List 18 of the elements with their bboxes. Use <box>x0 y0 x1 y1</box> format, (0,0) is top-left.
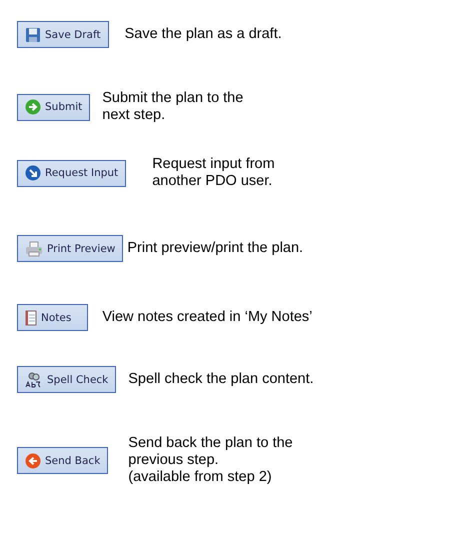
button-description: Print preview/print the plan. <box>127 240 304 257</box>
spell-check-icon <box>25 372 43 388</box>
notepad-icon <box>25 310 37 326</box>
action-button[interactable]: Spell Check <box>17 366 116 393</box>
action-button[interactable]: Submit <box>17 94 90 120</box>
button-description: View notes created in ‘My Notes’ <box>102 309 312 326</box>
button-description: Request input from another PDO user. <box>152 156 275 190</box>
action-button[interactable]: Request Input <box>17 160 126 186</box>
button-description: Save the plan as a draft. <box>124 26 282 43</box>
button-description: Submit the plan to the next step. <box>102 90 244 124</box>
action-button[interactable]: Send Back <box>17 447 108 474</box>
action-button[interactable]: Save Draft <box>17 21 109 48</box>
floppy-icon <box>25 26 41 42</box>
action-button[interactable]: Print Preview <box>17 235 124 262</box>
button-description: Spell check the plan content. <box>128 371 314 388</box>
button-description: Send back the plan to the previous step. (available from step 2) <box>128 435 293 486</box>
action-button[interactable]: Notes <box>17 304 88 331</box>
printer-icon <box>25 240 43 256</box>
